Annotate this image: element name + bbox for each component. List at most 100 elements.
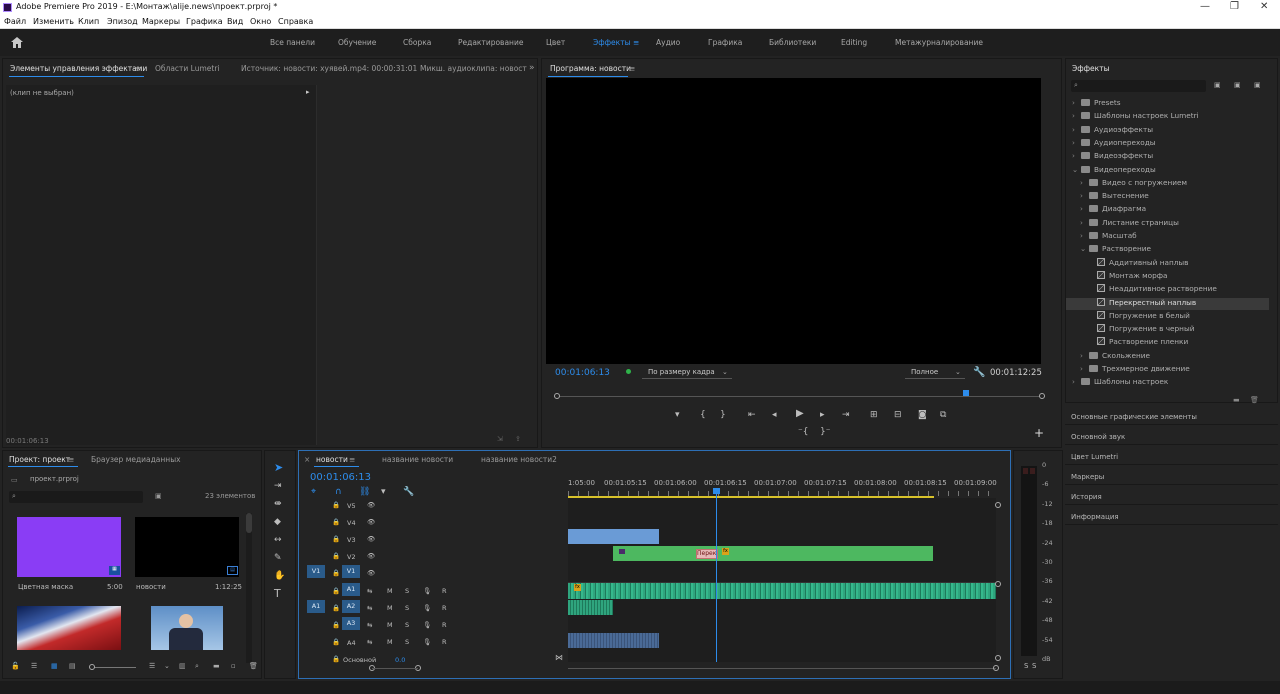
program-timecode[interactable]: 00:01:06:13 xyxy=(555,368,610,378)
effect-item[interactable]: Растворение пленки xyxy=(1066,337,1269,349)
new-bin-icon[interactable]: ▬ xyxy=(213,662,220,670)
freeform-view-icon[interactable]: ▤ xyxy=(69,662,76,670)
new-bin-icon[interactable]: ▬ xyxy=(1233,396,1240,404)
sort-icon[interactable]: ☰ xyxy=(149,662,155,670)
menu-graphics[interactable]: Графика xyxy=(186,17,223,26)
compare-icon[interactable]: ⧉ xyxy=(940,410,946,420)
panel-history[interactable]: История xyxy=(1065,486,1278,505)
tab-menu-icon[interactable]: ≡ xyxy=(135,64,141,73)
menu-clip[interactable]: Клип xyxy=(78,17,99,26)
menu-edit[interactable]: Изменить xyxy=(33,17,74,26)
lock-icon[interactable]: 🔒 xyxy=(332,535,340,543)
ws-effects-menu-icon[interactable]: ≡ xyxy=(633,38,639,47)
clip-a2-audio[interactable] xyxy=(568,600,613,615)
razor-tool-icon[interactable]: ◆ xyxy=(274,517,281,527)
timeline-timecode[interactable]: 00:01:06:13 xyxy=(310,472,371,483)
thumb-sequence[interactable]: ▤ xyxy=(135,517,239,577)
record-button[interactable]: R xyxy=(442,604,447,612)
add-marker-icon[interactable]: ▾ xyxy=(381,487,386,497)
playhead-handle[interactable] xyxy=(713,488,720,494)
effect-item[interactable]: Перекрестный наплыв xyxy=(1066,297,1269,310)
chevron-right-icon[interactable]: › xyxy=(1080,218,1089,227)
lift-icon[interactable]: ⊞ xyxy=(870,410,878,420)
ws-editing-en[interactable]: Editing xyxy=(841,38,867,47)
effect-folder[interactable]: › Листание страницы xyxy=(1066,218,1269,230)
chevron-right-icon[interactable]: › xyxy=(1072,111,1081,120)
effect-folder[interactable]: › Шаблоны настроек Lumetri xyxy=(1066,111,1269,123)
ws-assembly[interactable]: Сборка xyxy=(403,38,431,47)
master-volume[interactable]: 0.0 xyxy=(395,656,405,664)
yuv-effects-icon[interactable]: ▣ xyxy=(1254,81,1261,89)
close-button[interactable]: ✕ xyxy=(1260,1,1268,12)
ws-effects[interactable]: Эффекты xyxy=(593,38,631,47)
tab-source[interactable]: Источник: новости: хуявей.mp4: 00:00:31:… xyxy=(241,64,417,73)
quality-dropdown[interactable]: Полное ⌄ xyxy=(905,366,965,379)
effect-folder[interactable]: ⌄ Видеопереходы xyxy=(1066,165,1269,177)
effect-folder[interactable]: › Аудиоэффекты xyxy=(1066,125,1269,137)
menu-sequence[interactable]: Эпизод xyxy=(107,17,138,26)
source-patch-a1[interactable]: A1 xyxy=(307,600,325,613)
find-icon[interactable]: ⌕ xyxy=(195,662,199,671)
ws-graphics[interactable]: Графика xyxy=(708,38,742,47)
project-menu-icon[interactable]: ≡ xyxy=(68,455,74,464)
tab-effect-controls[interactable]: Элементы управления эффектами xyxy=(10,64,147,73)
tab-sequence-title1[interactable]: название новости xyxy=(382,455,453,464)
icon-view-icon[interactable]: ▦ xyxy=(51,662,58,670)
lock-icon[interactable]: 🔒 xyxy=(332,518,340,526)
eye-icon[interactable]: 👁 xyxy=(367,518,375,526)
h-zoom-scrollbar[interactable] xyxy=(568,668,996,669)
effect-item[interactable]: Погружение в белый xyxy=(1066,310,1269,323)
sync-lock-icon[interactable]: ⇆ xyxy=(367,638,372,646)
timeline-ruler[interactable]: 1:05:00 00:01:05:15 00:01:06:00 00:01:06… xyxy=(568,474,998,498)
sync-lock-icon[interactable]: ⇆ xyxy=(367,621,372,629)
ws-editing[interactable]: Редактирование xyxy=(458,38,523,47)
list-view-icon[interactable]: ☰ xyxy=(31,662,37,670)
solo-button[interactable]: S xyxy=(405,604,409,612)
chevron-down-icon[interactable]: ⌄ xyxy=(1080,244,1089,253)
effect-folder[interactable]: ⌄ Растворение xyxy=(1066,244,1269,256)
thumb-video-red[interactable] xyxy=(17,606,121,650)
track-area[interactable]: Перек fx fx xyxy=(568,488,996,662)
effect-item[interactable]: Погружение в черный xyxy=(1066,324,1269,336)
transition-cross-dissolve[interactable]: Перек xyxy=(696,549,718,559)
fit-dropdown[interactable]: По размеру кадра ⌄ xyxy=(642,366,732,379)
tab-lumetri-scopes[interactable]: Области Lumetri xyxy=(155,64,220,73)
add-marker-icon[interactable]: ▾ xyxy=(675,410,680,420)
accelerated-effects-icon[interactable]: ▣ xyxy=(1214,81,1221,89)
restore-button[interactable]: ❐ xyxy=(1230,1,1239,12)
h-zoom-handle[interactable] xyxy=(993,665,999,671)
effect-folder[interactable]: › Аудиопереходы xyxy=(1066,138,1269,150)
effect-item[interactable]: Неаддитивное растворение xyxy=(1066,284,1269,296)
v-scroll-handle[interactable] xyxy=(995,581,1001,587)
mic-icon[interactable]: 🎙 xyxy=(423,638,431,646)
v-scroll-handle[interactable] xyxy=(995,655,1001,661)
selection-tool-icon[interactable]: ➤ xyxy=(274,462,283,473)
mute-button[interactable]: M xyxy=(387,604,393,612)
meter-solo-right[interactable]: S xyxy=(1032,662,1036,670)
clip-a1-audio[interactable]: fx xyxy=(568,583,996,599)
master-end-icon[interactable]: ⋈ xyxy=(555,653,563,662)
chevron-right-icon[interactable]: › xyxy=(1072,138,1081,147)
project-search-input[interactable]: ⌕ xyxy=(9,491,143,503)
sync-lock-icon[interactable]: ⇆ xyxy=(367,604,372,612)
mic-icon[interactable]: 🎙 xyxy=(423,621,431,629)
zoom-slider[interactable] xyxy=(89,664,136,670)
project-scrollbar[interactable] xyxy=(246,513,252,663)
meter-solo-left[interactable]: S xyxy=(1024,662,1028,670)
clip-v3[interactable] xyxy=(568,529,659,544)
solo-button[interactable]: S xyxy=(405,621,409,629)
mic-icon[interactable]: 🎙 xyxy=(423,604,431,612)
panel-lumetri-color[interactable]: Цвет Lumetri xyxy=(1065,446,1278,465)
effect-folder[interactable]: › Скольжение xyxy=(1066,351,1269,363)
chevron-right-icon[interactable]: › xyxy=(1080,231,1089,240)
tab-project[interactable]: Проект: проект xyxy=(9,455,70,464)
program-scrubber[interactable] xyxy=(554,390,1045,402)
record-button[interactable]: R xyxy=(442,621,447,629)
thumb-video-anchor[interactable] xyxy=(151,606,223,650)
record-button[interactable]: R xyxy=(442,587,447,595)
nest-icon[interactable]: ⌖ xyxy=(311,487,316,497)
chevron-down-icon[interactable]: ⌄ xyxy=(1072,165,1081,174)
lock-icon[interactable]: 🔒 xyxy=(332,655,340,663)
trash-icon[interactable]: 🗑 xyxy=(1250,396,1259,404)
mark-out-icon[interactable]: } xyxy=(720,410,726,420)
